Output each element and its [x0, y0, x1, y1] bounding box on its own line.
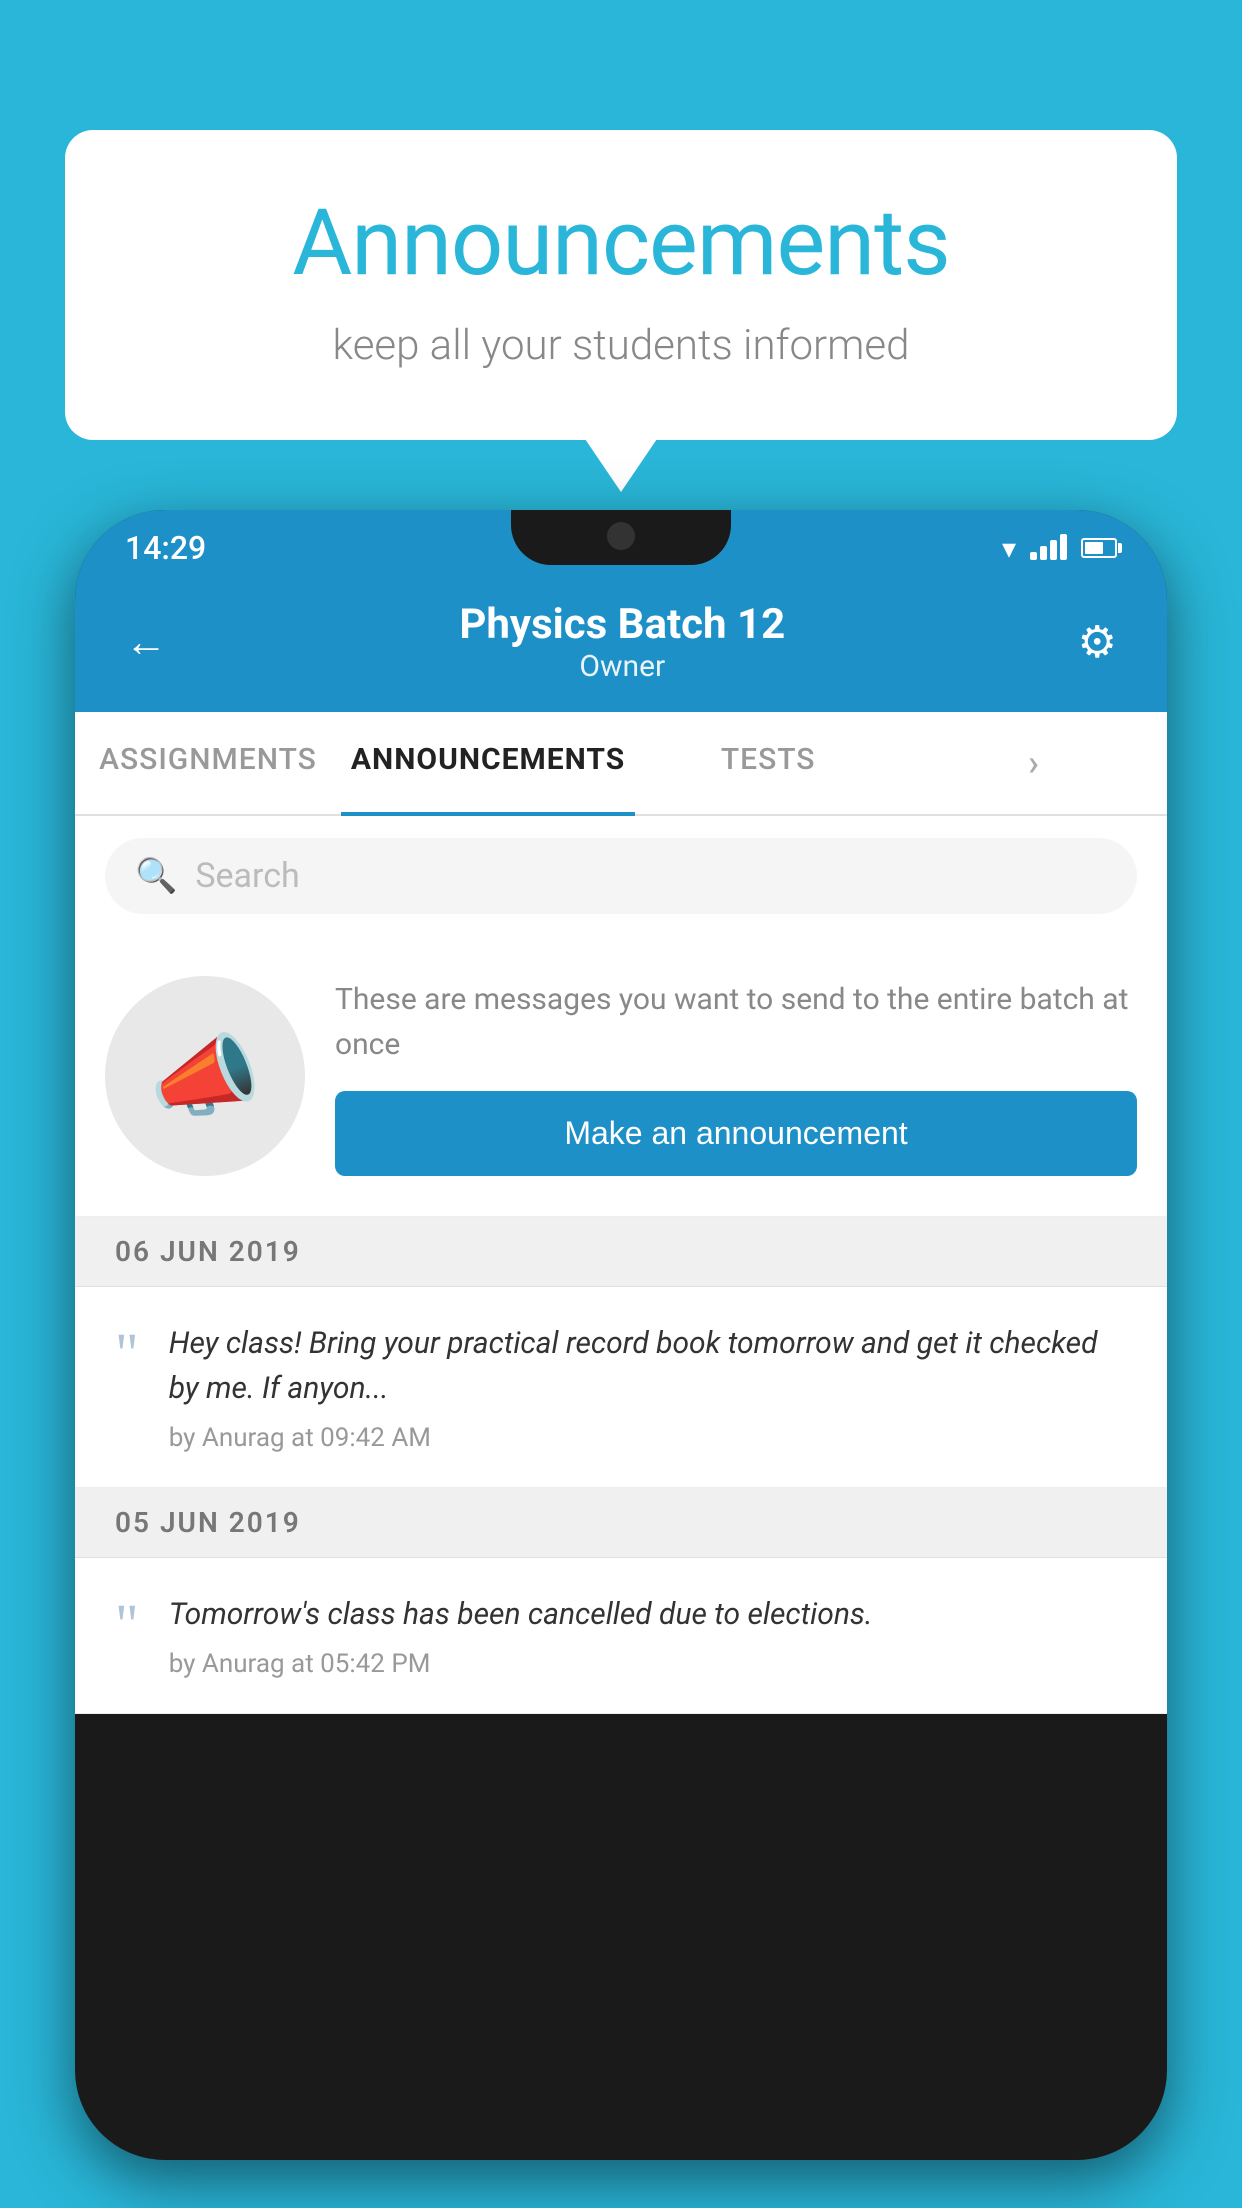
status-icons: ▾: [1002, 532, 1117, 565]
app-header: ← Physics Batch 12 Owner ⚙: [75, 578, 1167, 712]
announcement-message-2: Tomorrow's class has been cancelled due …: [169, 1592, 1127, 1637]
date-divider-2: 05 JUN 2019: [75, 1488, 1167, 1558]
announcement-meta-1: by Anurag at 09:42 AM: [169, 1423, 1127, 1453]
announcement-item-2: " Tomorrow's class has been cancelled du…: [75, 1558, 1167, 1714]
notch: [511, 510, 731, 565]
tab-announcements[interactable]: ANNOUNCEMENTS: [341, 712, 635, 814]
search-icon: 🔍: [135, 856, 177, 896]
announcement-description: These are messages you want to send to t…: [335, 977, 1137, 1067]
back-button[interactable]: ←: [125, 618, 167, 667]
settings-icon[interactable]: ⚙: [1078, 616, 1117, 668]
bubble-title: Announcements: [145, 190, 1097, 297]
status-time: 14:29: [125, 529, 206, 567]
tab-assignments[interactable]: ASSIGNMENTS: [75, 712, 341, 814]
signal-icon: [1030, 536, 1067, 560]
search-bar[interactable]: 🔍 Search: [105, 838, 1137, 914]
bubble-subtitle: keep all your students informed: [145, 321, 1097, 370]
header-subtitle: Owner: [459, 649, 785, 684]
phone-container: 14:29 ▾ ← Physics Batch 12 Owner: [75, 510, 1167, 2208]
header-center: Physics Batch 12 Owner: [459, 600, 785, 684]
announcement-message-1: Hey class! Bring your practical record b…: [169, 1321, 1127, 1411]
announcement-meta-2: by Anurag at 05:42 PM: [169, 1649, 1127, 1679]
announcement-text-2: Tomorrow's class has been cancelled due …: [169, 1592, 1127, 1679]
phone-content: 🔍 Search 📣 These are messages you want t…: [75, 816, 1167, 1714]
tabs-container: ASSIGNMENTS ANNOUNCEMENTS TESTS ›: [75, 712, 1167, 816]
announcement-item-1: " Hey class! Bring your practical record…: [75, 1287, 1167, 1488]
header-title: Physics Batch 12: [459, 600, 785, 649]
camera: [607, 522, 635, 550]
wifi-icon: ▾: [1002, 532, 1016, 565]
quote-icon-1: ": [115, 1325, 139, 1453]
speech-bubble: Announcements keep all your students inf…: [65, 130, 1177, 440]
megaphone-icon: 📣: [149, 1024, 261, 1129]
date-divider-1: 06 JUN 2019: [75, 1217, 1167, 1287]
announcement-icon-circle: 📣: [105, 976, 305, 1176]
phone-frame: 14:29 ▾ ← Physics Batch 12 Owner: [75, 510, 1167, 2160]
make-announcement-button[interactable]: Make an announcement: [335, 1091, 1137, 1176]
announcement-text-1: Hey class! Bring your practical record b…: [169, 1321, 1127, 1453]
quote-icon-2: ": [115, 1596, 139, 1679]
tab-more[interactable]: ›: [901, 712, 1167, 814]
announcement-prompt: 📣 These are messages you want to send to…: [75, 936, 1167, 1217]
battery-icon: [1081, 538, 1117, 558]
search-container: 🔍 Search: [75, 816, 1167, 936]
search-input[interactable]: Search: [195, 856, 299, 896]
tab-tests[interactable]: TESTS: [635, 712, 901, 814]
announcement-right: These are messages you want to send to t…: [335, 977, 1137, 1176]
